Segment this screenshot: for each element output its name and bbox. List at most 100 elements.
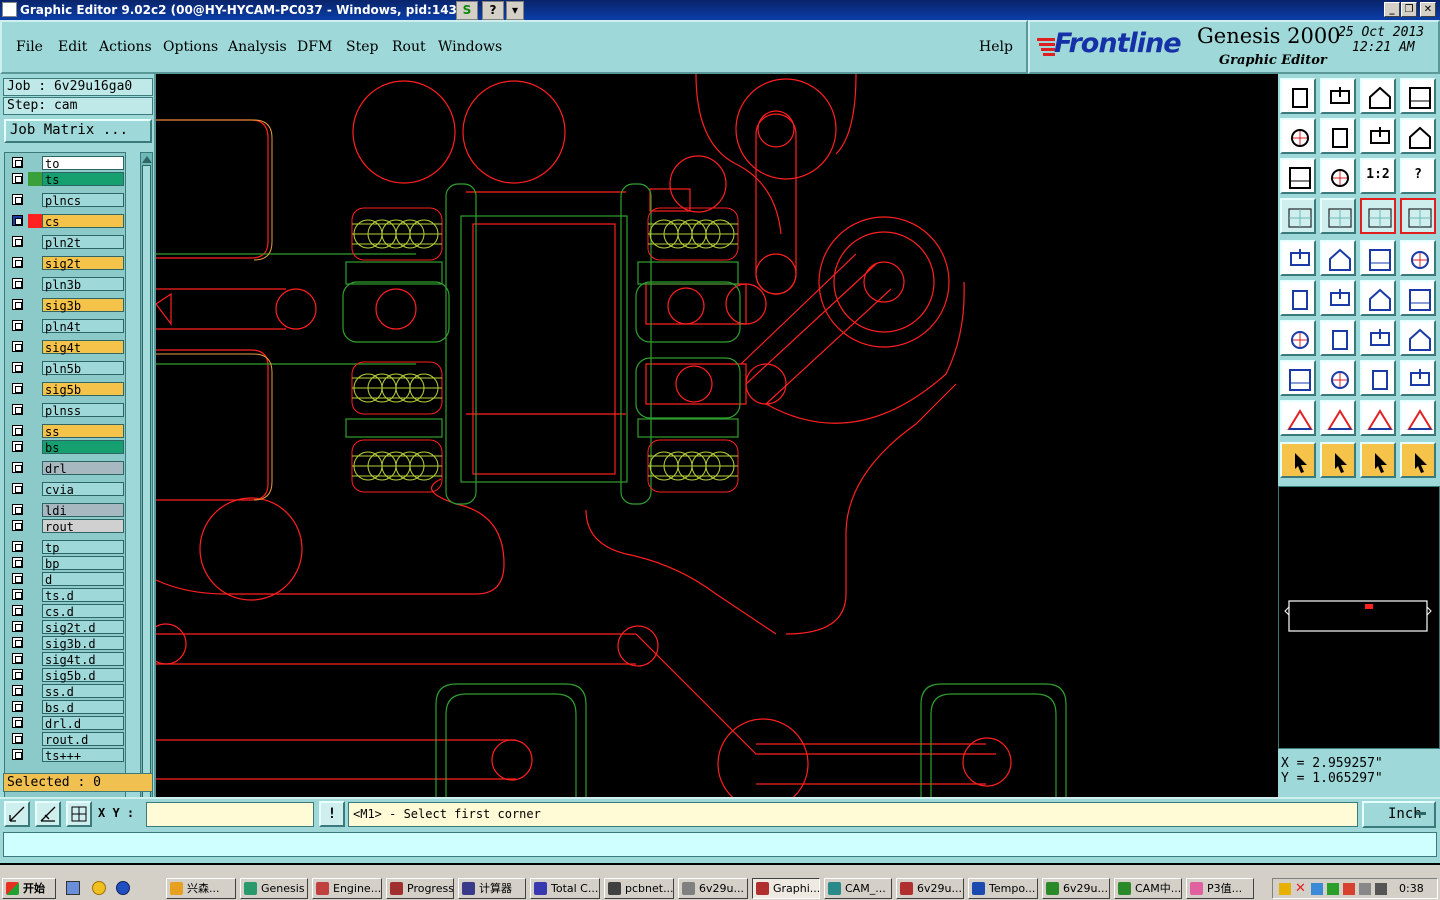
layer-row-pln4t[interactable]: pln4t xyxy=(7,319,125,334)
menu-edit[interactable]: Edit xyxy=(58,39,87,55)
layer-name[interactable]: rout.d xyxy=(42,732,124,747)
layer-color-swatch[interactable] xyxy=(28,424,42,438)
layer-name[interactable]: bs.d xyxy=(42,700,124,715)
shape-icon[interactable] xyxy=(1320,240,1356,276)
layer-color-swatch[interactable] xyxy=(28,668,42,682)
layer-row-d[interactable]: d xyxy=(7,572,125,587)
layer-color-swatch[interactable] xyxy=(28,235,42,249)
layer-visibility-checkbox[interactable] xyxy=(12,362,23,373)
taskbar-task[interactable]: 计算器 xyxy=(458,878,526,899)
layer-color-swatch[interactable] xyxy=(28,403,42,417)
layer-visibility-checkbox[interactable] xyxy=(12,701,23,712)
grid-icon[interactable] xyxy=(66,801,92,827)
select-pointer-icon[interactable] xyxy=(1360,442,1396,478)
layer-name[interactable]: sig2t.d xyxy=(42,620,124,635)
show-desktop-icon[interactable] xyxy=(66,881,80,895)
layer-name[interactable]: ss xyxy=(42,424,124,439)
layer-name[interactable]: pln4t xyxy=(42,319,124,334)
layer-color-swatch[interactable] xyxy=(28,652,42,666)
taskbar-task[interactable]: Tempo... xyxy=(968,878,1038,899)
taskbar-task[interactable]: Graphi... xyxy=(752,878,820,899)
layer-visibility-checkbox[interactable] xyxy=(12,557,23,568)
layer-visibility-checkbox[interactable] xyxy=(12,257,23,268)
layer-name[interactable]: bs xyxy=(42,440,124,455)
line-node-icon[interactable] xyxy=(1360,280,1396,316)
taskbar-task[interactable]: 6v29u... xyxy=(678,878,748,899)
layer-name[interactable]: drl.d xyxy=(42,716,124,731)
home-top-icon[interactable] xyxy=(1280,78,1316,114)
layer-color-swatch[interactable] xyxy=(28,604,42,618)
quicklaunch-clock-icon[interactable] xyxy=(92,881,106,895)
layer-row-sig3b[interactable]: sig3b xyxy=(7,298,125,313)
layer-visibility-checkbox[interactable] xyxy=(12,173,23,184)
layer-row-sig5b[interactable]: sig5b xyxy=(7,382,125,397)
minimize-button[interactable]: _ xyxy=(1384,2,1400,17)
triangle3-icon[interactable] xyxy=(1360,400,1396,436)
layer-color-swatch[interactable] xyxy=(28,361,42,375)
layer-color-swatch[interactable] xyxy=(28,461,42,475)
tray-volume-icon[interactable] xyxy=(1359,883,1371,895)
layer-name[interactable]: to xyxy=(42,156,124,171)
layer-color-swatch[interactable] xyxy=(28,684,42,698)
select-arrow-icon[interactable] xyxy=(1280,442,1316,478)
layer-color-swatch[interactable] xyxy=(28,298,42,312)
unit-selector[interactable]: Inch xyxy=(1362,801,1436,828)
job-matrix-button[interactable]: Job Matrix ... xyxy=(4,119,152,143)
taskbar-task[interactable]: 兴森... xyxy=(166,878,236,899)
arc-icon[interactable] xyxy=(1360,320,1396,356)
redo-icon[interactable] xyxy=(1400,118,1436,154)
layer-row-sig2t[interactable]: sig2t xyxy=(7,256,125,271)
layer-visibility-checkbox[interactable] xyxy=(12,383,23,394)
layer-name[interactable]: drl xyxy=(42,461,124,476)
layer-visibility-checkbox[interactable] xyxy=(12,236,23,247)
menu-actions[interactable]: Actions xyxy=(99,39,152,55)
undo-icon[interactable] xyxy=(1360,118,1396,154)
taskbar-task[interactable]: 6v29u... xyxy=(896,878,964,899)
layer-color-swatch[interactable] xyxy=(28,172,42,186)
help-tool-icon[interactable]: ? xyxy=(482,1,504,20)
layer-color-swatch[interactable] xyxy=(28,277,42,291)
graphics-canvas[interactable] xyxy=(156,74,1278,797)
layer-visibility-checkbox[interactable] xyxy=(12,605,23,616)
cross-icon[interactable] xyxy=(1320,280,1356,316)
layer-visibility-checkbox[interactable] xyxy=(12,717,23,728)
layer-row-plnss[interactable]: plnss xyxy=(7,403,125,418)
layer-visibility-checkbox[interactable] xyxy=(12,685,23,696)
layer-name[interactable]: rout xyxy=(42,519,124,534)
layer-visibility-checkbox[interactable] xyxy=(12,541,23,552)
layer-row-bp[interactable]: bp xyxy=(7,556,125,571)
menu-file[interactable]: File xyxy=(16,39,43,55)
layer-row-ss[interactable]: ss xyxy=(7,424,125,439)
layer-color-swatch[interactable] xyxy=(28,636,42,650)
menu-windows[interactable]: Windows xyxy=(438,39,502,55)
dropdown-tool-icon[interactable]: ▾ xyxy=(506,1,524,20)
pan-left-icon[interactable] xyxy=(1280,118,1316,154)
layer-visibility-checkbox[interactable] xyxy=(12,637,23,648)
layer-name[interactable]: pln2t xyxy=(42,235,124,250)
angle-icon[interactable] xyxy=(1280,320,1316,356)
layer-row-pln2t[interactable]: pln2t xyxy=(7,235,125,250)
circle-dot-icon[interactable] xyxy=(1400,240,1436,276)
layer-row-sig5b-d[interactable]: sig5b.d xyxy=(7,668,125,683)
layer-color-swatch[interactable] xyxy=(28,156,42,170)
layer-visibility-checkbox[interactable] xyxy=(12,653,23,664)
layer-row-ts-d[interactable]: ts.d xyxy=(7,588,125,603)
layer-color-swatch[interactable] xyxy=(28,256,42,270)
select-box-icon[interactable] xyxy=(1320,442,1356,478)
layer-row-plncs[interactable]: plncs xyxy=(7,193,125,208)
ratio-icon[interactable]: 1:2 xyxy=(1360,158,1396,194)
taskbar-task[interactable]: Engine... xyxy=(312,878,382,899)
pad-icon[interactable] xyxy=(1280,240,1316,276)
taskbar-task[interactable]: pcbnet... xyxy=(604,878,674,899)
triangle4-icon[interactable] xyxy=(1400,400,1436,436)
layer-name[interactable]: cs.d xyxy=(42,604,124,619)
scroll-thumb[interactable] xyxy=(142,165,151,833)
layer-name[interactable]: ldi xyxy=(42,503,124,518)
menu-dfm[interactable]: DFM xyxy=(297,39,332,55)
layer-row-sig4t[interactable]: sig4t xyxy=(7,340,125,355)
layer-color-swatch[interactable] xyxy=(28,519,42,533)
layer-color-swatch[interactable] xyxy=(28,193,42,207)
taskbar-task[interactable]: Genesis xyxy=(240,878,308,899)
message-flag-button[interactable]: ! xyxy=(319,801,345,827)
bar-icon[interactable] xyxy=(1320,360,1356,396)
